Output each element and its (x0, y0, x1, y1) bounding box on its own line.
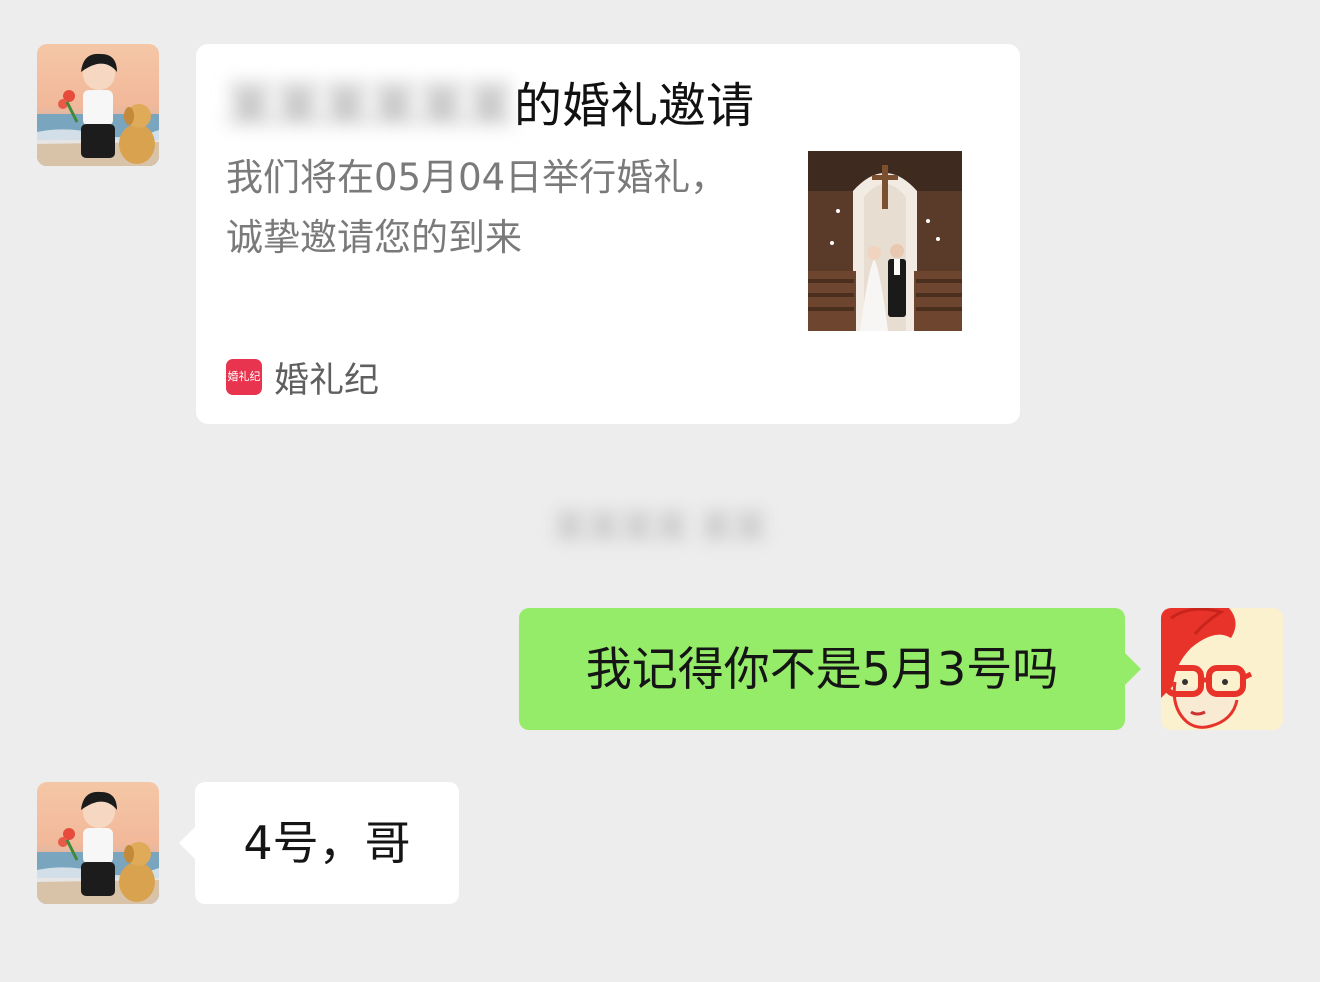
invite-title-hidden-name: 某某某某某某 (226, 78, 515, 134)
invite-description: 我们将在05月04日举行婚礼， 诚挚邀请您的到来 (226, 148, 796, 268)
message-timestamp: 某某某某 某某 (552, 508, 768, 548)
wedding-invite-card[interactable]: 某某某某某某的婚礼邀请 我们将在05月04日举行婚礼， 诚挚邀请您的到来 婚礼纪… (196, 44, 1020, 424)
invite-description-line1: 我们将在05月04日举行婚礼， (226, 156, 728, 199)
invite-title-text: 的婚礼邀请 (514, 78, 755, 134)
invite-description-line2: 诚挚邀请您的到来 (226, 216, 522, 259)
invite-source: 婚礼纪 婚礼纪 (226, 352, 379, 402)
contact-avatar-2[interactable] (37, 782, 159, 904)
boy-with-dog-icon (37, 44, 159, 166)
wedding-photo-icon (808, 151, 962, 331)
glasses-face-icon (1161, 608, 1283, 730)
invite-source-name: 婚礼纪 (274, 360, 380, 401)
contact-avatar[interactable] (37, 44, 159, 166)
incoming-message-bubble[interactable]: 4号，哥 (179, 782, 459, 904)
hunliji-logo-icon: 婚礼纪 (226, 359, 262, 395)
boy-with-dog-icon (37, 782, 159, 904)
invite-title: 某某某某某某的婚礼邀请 (226, 74, 754, 138)
own-avatar[interactable] (1161, 608, 1283, 730)
outgoing-message-bubble[interactable]: 我记得你不是5月3号吗 (519, 608, 1141, 730)
invite-thumbnail (808, 151, 962, 331)
